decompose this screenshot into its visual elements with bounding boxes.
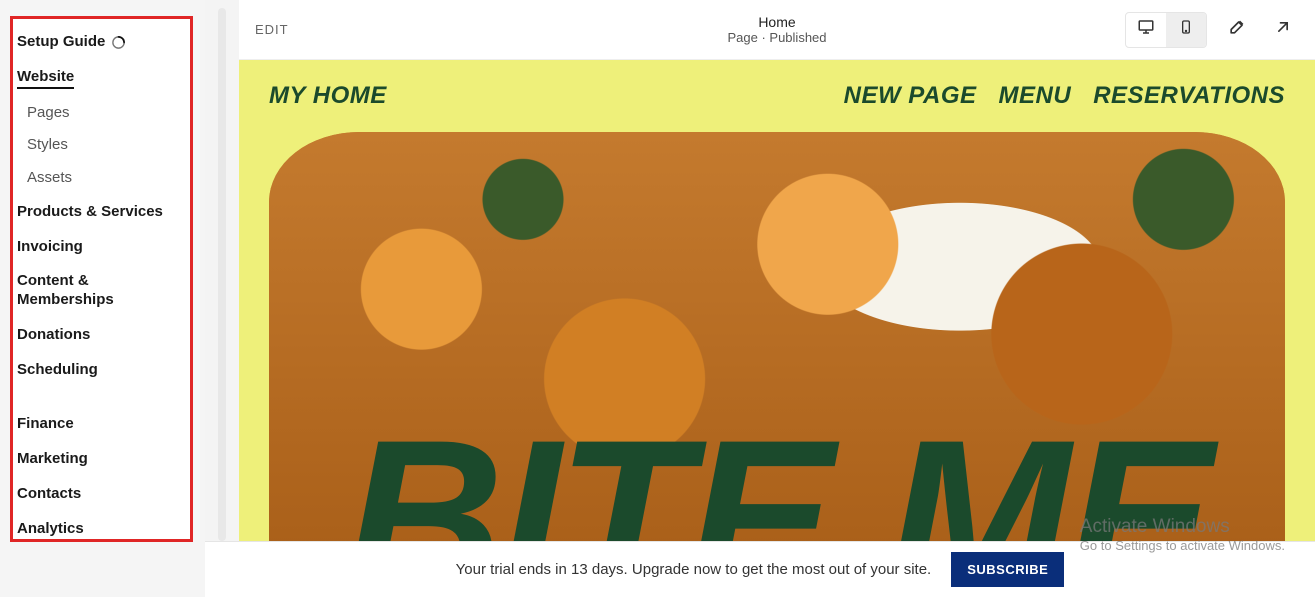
sidebar-item-setup-guide[interactable]: Setup Guide [17, 25, 186, 60]
topbar-right [1125, 12, 1299, 48]
editor-panel: EDIT Home Page · Published [205, 0, 1315, 597]
sidebar-item-analytics[interactable]: Analytics [17, 512, 186, 547]
sidebar-sub-pages[interactable]: Pages [17, 97, 186, 130]
hero-image: BITE ME [269, 132, 1285, 541]
trial-message: Your trial ends in 13 days. Upgrade now … [456, 561, 932, 578]
site-links: NEW PAGE MENU RESERVATIONS [844, 82, 1285, 110]
sidebar-item-label: Invoicing [17, 238, 83, 257]
subscribe-button[interactable]: SUBSCRIBE [951, 552, 1064, 587]
sidebar-item-label: Analytics [17, 520, 84, 539]
progress-ring-icon [111, 35, 126, 50]
page-title: Home [727, 14, 826, 30]
trial-bar: Your trial ends in 13 days. Upgrade now … [205, 541, 1315, 597]
sidebar-item-donations[interactable]: Donations [17, 318, 186, 353]
sidebar-item-label: Products & Services [17, 203, 163, 222]
sidebar-divider [17, 387, 186, 407]
nav-link-menu[interactable]: MENU [999, 82, 1072, 110]
sidebar-item-invoicing[interactable]: Invoicing [17, 230, 186, 265]
page-status: Page · Published [727, 30, 826, 45]
sidebar-item-label: Marketing [17, 450, 88, 469]
site-preview: MY HOME NEW PAGE MENU RESERVATIONS BITE … [239, 60, 1315, 541]
topbar: EDIT Home Page · Published [239, 0, 1315, 60]
sidebar-item-label: Contacts [17, 485, 81, 504]
sidebar-item-label: Website [17, 68, 74, 89]
sidebar-item-label: Finance [17, 415, 74, 434]
sidebar-item-label: Donations [17, 326, 90, 345]
arrow-out-icon [1273, 17, 1293, 42]
nav-link-new-page[interactable]: NEW PAGE [844, 82, 977, 110]
sidebar-item-label: Setup Guide [17, 33, 105, 52]
hero-title: BITE ME [269, 424, 1285, 541]
sidebar-sub-styles[interactable]: Styles [17, 129, 186, 162]
page-info[interactable]: Home Page · Published [727, 14, 826, 45]
sidebar-item-label: Content & Memberships [17, 272, 186, 310]
mobile-icon [1178, 19, 1194, 40]
desktop-icon [1137, 18, 1155, 41]
sidebar-item-label: Scheduling [17, 361, 98, 380]
sidebar-sub-assets[interactable]: Assets [17, 162, 186, 195]
mobile-view-button[interactable] [1166, 13, 1206, 47]
sidebar-item-content-memberships[interactable]: Content & Memberships [17, 264, 186, 318]
sidebar-item-finance[interactable]: Finance [17, 407, 186, 442]
style-brush-button[interactable] [1221, 14, 1253, 46]
sidebar-item-products-services[interactable]: Products & Services [17, 195, 186, 230]
sidebar-item-marketing[interactable]: Marketing [17, 442, 186, 477]
sidebar: Setup Guide Website Pages Styles Assets … [10, 16, 193, 542]
sidebar-item-contacts[interactable]: Contacts [17, 477, 186, 512]
panel-main: EDIT Home Page · Published [239, 0, 1315, 541]
nav-link-reservations[interactable]: RESERVATIONS [1093, 82, 1285, 110]
sidebar-item-website[interactable]: Website [17, 60, 186, 97]
edit-button[interactable]: EDIT [255, 22, 289, 37]
sidebar-item-scheduling[interactable]: Scheduling [17, 353, 186, 388]
site-brand[interactable]: MY HOME [269, 82, 387, 110]
desktop-view-button[interactable] [1126, 13, 1166, 47]
site-nav: MY HOME NEW PAGE MENU RESERVATIONS [239, 60, 1315, 132]
paintbrush-icon [1227, 17, 1247, 42]
device-toggle [1125, 12, 1207, 48]
expand-button[interactable] [1267, 14, 1299, 46]
panel-gutter [205, 0, 239, 597]
